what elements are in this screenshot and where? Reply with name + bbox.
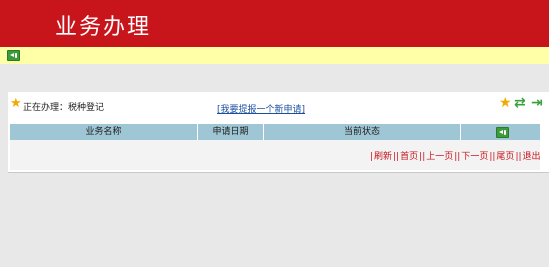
pager-prev-link[interactable]: 上一页 (426, 152, 453, 162)
speaker-icon[interactable] (496, 127, 509, 138)
pager-exit-link[interactable]: 退出 (523, 152, 541, 162)
notice-bar (0, 47, 549, 64)
column-header-apply-date: 申请日期 (198, 124, 264, 140)
divider (8, 172, 549, 173)
favorite-icon[interactable]: ★ (499, 96, 512, 110)
page-title: 业务办理 (55, 15, 152, 40)
pager: |刷新||首页||上一页||下一页||尾页||退出 (370, 152, 541, 162)
pager-refresh-link[interactable]: 刷新 (374, 152, 392, 162)
refresh-icon[interactable]: ⇄ (514, 96, 526, 110)
current-business-label: 正在办理：税种登记 (23, 103, 105, 113)
speaker-icon[interactable] (7, 50, 20, 61)
new-application-link[interactable]: [我要提报一个新申请] (217, 102, 305, 115)
pager-next-link[interactable]: 下一页 (461, 152, 488, 162)
pager-first-link[interactable]: 首页 (400, 152, 418, 162)
column-header-status: 当前状态 (264, 124, 461, 140)
column-header-action (461, 124, 540, 140)
table-header: 业务名称 申请日期 当前状态 (10, 124, 540, 140)
exit-icon[interactable]: ⇥ (531, 96, 543, 110)
header-bar: 业务办理 (0, 0, 549, 47)
pager-last-link[interactable]: 尾页 (496, 152, 514, 162)
star-icon: ★ (10, 96, 22, 111)
column-header-business-name: 业务名称 (10, 124, 198, 140)
